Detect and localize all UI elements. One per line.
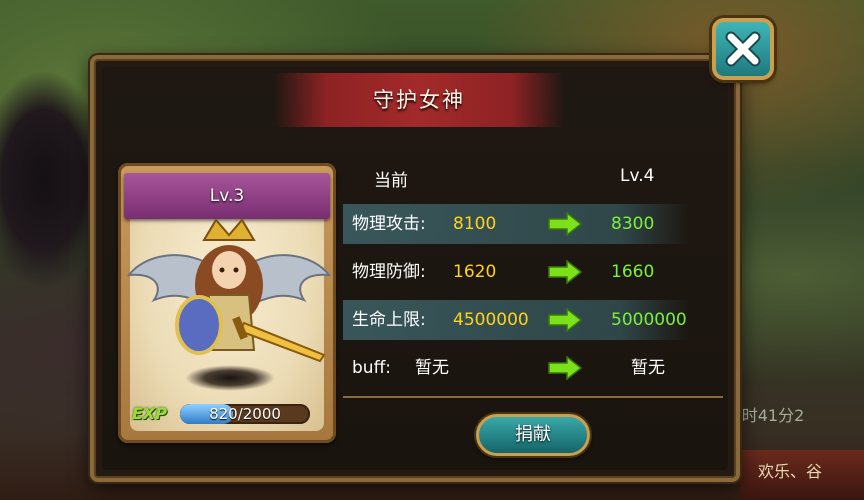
stat-current-value: 8100 [453, 214, 497, 234]
goddess-hero-icon [126, 218, 332, 363]
background-corner-text: 欢乐、谷 [758, 462, 823, 481]
stat-label: 生命上限: [352, 310, 426, 330]
current-header: 当前 [374, 171, 408, 191]
stat-row: 生命上限: 4500000 5000000 [343, 300, 690, 340]
stat-row: 物理攻击: 8100 8300 [343, 204, 690, 244]
stat-next-value: 8300 [611, 214, 655, 234]
donate-button-label: 捐献 [515, 424, 551, 445]
stat-label: 物理攻击: [352, 214, 426, 234]
stat-next-value: 1660 [611, 262, 655, 282]
stat-next-value: 5000000 [611, 310, 687, 330]
stat-current-value: 4500000 [453, 310, 529, 330]
arrow-right-icon [548, 356, 583, 380]
arrow-right-icon [548, 212, 583, 236]
stat-current-value: 1620 [453, 262, 497, 282]
arrow-right-icon [548, 308, 583, 332]
stat-current-value: 暂无 [415, 358, 449, 378]
stat-label: buff: [352, 358, 392, 378]
stat-label: 物理防御: [352, 262, 426, 282]
arrow-right-icon [548, 260, 583, 284]
exp-value: 820/2000 [209, 405, 281, 423]
exp-label: EXP [132, 404, 167, 423]
stat-row: 物理防御: 1620 1660 [343, 252, 690, 292]
donate-button[interactable]: 捐献 [476, 414, 590, 456]
divider [343, 396, 723, 398]
close-button[interactable] [712, 18, 774, 80]
dialog-title: 守护女神 [373, 88, 465, 112]
close-x-icon [725, 31, 761, 67]
hero-level: Lv.3 [209, 186, 245, 206]
stat-row: buff: 暂无 暂无 [343, 348, 690, 388]
next-level-header: Lv.4 [620, 166, 655, 186]
stat-next-value: 暂无 [631, 358, 665, 378]
